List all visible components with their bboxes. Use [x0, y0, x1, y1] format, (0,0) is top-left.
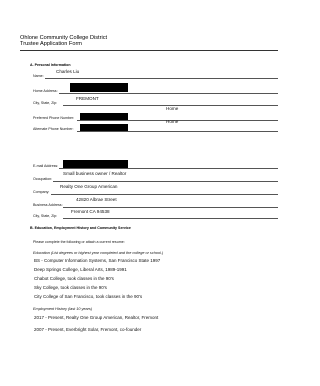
- preferred-phone-label: Preferred Phone Number:: [33, 116, 75, 120]
- alternate-phone-type: Home: [166, 119, 179, 124]
- city-state-zip-value: FREMONT: [76, 96, 99, 101]
- section-b-heading: B. Education, Employment History and Com…: [30, 226, 131, 230]
- application-page: Ohlone Community College District Truste…: [0, 0, 298, 386]
- occupation-line: [53, 181, 278, 182]
- city-state-zip-label: City, State, Zip:: [33, 101, 58, 105]
- redacted-email: [63, 160, 128, 168]
- education-item: Chabot College, took classes in the 90's: [34, 276, 114, 281]
- business-city-label: City, State, Zip:: [33, 214, 58, 218]
- name-value: Charles Liu: [56, 69, 80, 74]
- occupation-value: Small business owner / Realtor: [63, 171, 127, 176]
- employment-item: 2017 - Present, Realty One Group America…: [34, 315, 159, 320]
- home-address-line: [59, 93, 278, 94]
- alternate-phone-line: [77, 131, 278, 132]
- company-label: Company:: [33, 190, 50, 194]
- header-divider: [20, 50, 278, 51]
- business-address-line: [63, 207, 278, 208]
- education-label: Education (List degrees or highest year …: [33, 251, 164, 255]
- education-item: Sky College, took classes in the 90's: [34, 285, 107, 290]
- section-a-heading: A. Personal Information: [30, 63, 71, 67]
- redacted-home-address: [70, 83, 128, 92]
- company-value: Realty One Group American: [60, 184, 118, 189]
- resume-instruction: Please complete the following or attach …: [33, 240, 125, 244]
- name-line: [45, 78, 278, 79]
- business-city-value: Fremont CA 94538: [71, 209, 110, 214]
- form-title: Trustee Application Form: [20, 41, 82, 47]
- email-label: E-mail Address:: [33, 164, 59, 168]
- company-line: [51, 194, 278, 195]
- occupation-label: Occupation:: [33, 177, 53, 181]
- home-address-label: Home Address:: [33, 89, 58, 93]
- employment-label: Employment History (last 10 years): [33, 307, 93, 311]
- preferred-phone-type: Home: [166, 106, 179, 111]
- business-city-line: [63, 218, 278, 219]
- email-line: [59, 168, 278, 169]
- employment-item: 2007 - Present, Everbright Solar, Fremon…: [34, 327, 142, 332]
- education-item: City College of San Francisco, took clas…: [34, 294, 143, 299]
- business-address-label: Business Address:: [33, 203, 63, 207]
- alternate-phone-label: Alternate Phone Number:: [33, 127, 74, 131]
- name-label: Name:: [33, 74, 44, 78]
- education-item: BS - Computer Information Systems, San F…: [34, 258, 161, 263]
- business-address-value: 42820 Albrae Street: [76, 197, 117, 202]
- education-item: Deep Springs College, Liberal Arts, 1989…: [34, 267, 127, 272]
